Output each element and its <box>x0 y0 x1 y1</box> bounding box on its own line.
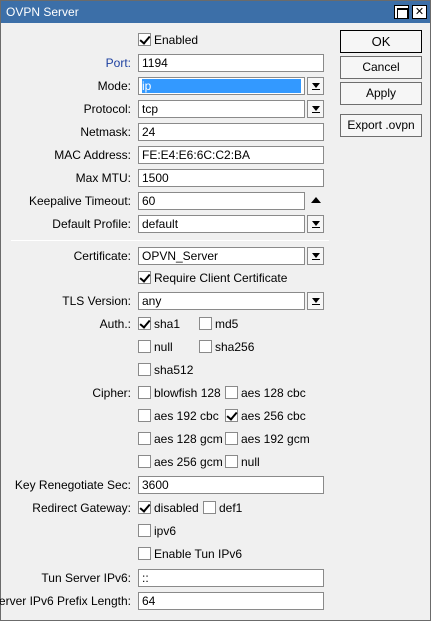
keepalive-timeout-input[interactable]: 60 <box>138 192 305 210</box>
enable-tun-ipv6-label: Enable Tun IPv6 <box>154 547 243 561</box>
cipher-blowfish128-checkbox[interactable] <box>138 386 151 399</box>
protocol-select[interactable]: tcp <box>138 100 305 118</box>
auth-null-checkbox[interactable] <box>138 340 151 353</box>
cipher-aes256gcm-label: aes 256 gcm <box>154 455 223 469</box>
apply-button[interactable]: Apply <box>340 82 422 105</box>
mode-dropdown-icon[interactable] <box>307 77 324 95</box>
tls-version-select[interactable]: any <box>138 292 305 310</box>
key-renegotiate-label: Key Renegotiate Sec: <box>14 478 131 492</box>
mode-label: Mode: <box>97 79 131 93</box>
default-profile-select[interactable]: default <box>138 215 305 233</box>
separator <box>11 240 329 241</box>
protocol-label: Protocol: <box>83 102 131 116</box>
cancel-button[interactable]: Cancel <box>340 56 422 79</box>
redirect-ipv6-checkbox[interactable] <box>138 524 151 537</box>
port-input[interactable]: 1194 <box>138 54 324 72</box>
cipher-label: Cipher: <box>92 386 131 400</box>
cipher-aes128cbc-label: aes 128 cbc <box>241 386 306 400</box>
redirect-gateway-label: Redirect Gateway: <box>32 501 131 515</box>
max-mtu-label: Max MTU: <box>75 171 131 185</box>
protocol-dropdown-icon[interactable] <box>307 100 324 118</box>
port-label: Port: <box>105 56 131 70</box>
cipher-null-label: null <box>241 455 260 469</box>
redirect-def1-checkbox[interactable] <box>203 501 216 514</box>
auth-md5-label: md5 <box>215 317 239 331</box>
ipv6-prefix-length-input[interactable]: 64 <box>138 592 324 610</box>
cipher-null-checkbox[interactable] <box>225 455 238 468</box>
redirect-def1-label: def1 <box>219 501 243 515</box>
mode-select[interactable]: ip <box>138 77 305 95</box>
window-title: OVPN Server <box>6 5 79 19</box>
cipher-aes256cbc-checkbox[interactable] <box>225 409 238 422</box>
ok-button[interactable]: OK <box>340 30 422 53</box>
auth-sha256-label: sha256 <box>215 340 255 354</box>
netmask-input[interactable]: 24 <box>138 123 324 141</box>
enable-tun-ipv6-checkbox[interactable] <box>138 547 151 560</box>
mac-address-label: MAC Address: <box>54 148 131 162</box>
auth-null-label: null <box>154 340 173 354</box>
cipher-aes256cbc-label: aes 256 cbc <box>241 409 306 423</box>
export-ovpn-button[interactable]: Export .ovpn <box>340 114 422 137</box>
cipher-blowfish128-label: blowfish 128 <box>154 386 221 400</box>
redirect-ipv6-label: ipv6 <box>154 524 177 538</box>
require-client-certificate-checkbox[interactable] <box>138 271 151 284</box>
tun-server-ipv6-label: Tun Server IPv6: <box>41 571 131 585</box>
enabled-label: Enabled <box>154 33 199 47</box>
require-client-certificate-label: Require Client Certificate <box>154 271 288 285</box>
certificate-label: Certificate: <box>73 249 131 263</box>
auth-sha1-label: sha1 <box>154 317 181 331</box>
cipher-aes192gcm-label: aes 192 gcm <box>241 432 310 446</box>
auth-sha1-checkbox[interactable] <box>138 317 151 330</box>
tls-version-dropdown-icon[interactable] <box>307 292 324 310</box>
ovpn-server-window: OVPN Server ✕ OK Cancel Apply Export .ov… <box>0 0 431 621</box>
auth-sha512-label: sha512 <box>154 363 194 377</box>
auth-md5-checkbox[interactable] <box>199 317 212 330</box>
keepalive-timeout-label: Keepalive Timeout: <box>28 194 131 208</box>
close-icon[interactable]: ✕ <box>412 5 427 19</box>
key-renegotiate-input[interactable]: 3600 <box>138 476 324 494</box>
cipher-aes192cbc-checkbox[interactable] <box>138 409 151 422</box>
cipher-aes256gcm-checkbox[interactable] <box>138 455 151 468</box>
tls-version-label: TLS Version: <box>62 294 131 308</box>
cipher-aes128cbc-checkbox[interactable] <box>225 386 238 399</box>
enabled-checkbox[interactable] <box>138 33 151 46</box>
cipher-aes128gcm-checkbox[interactable] <box>138 432 151 445</box>
certificate-dropdown-icon[interactable] <box>307 247 324 265</box>
redirect-disabled-label: disabled <box>154 501 199 515</box>
redirect-disabled-checkbox[interactable] <box>138 501 151 514</box>
maximize-icon[interactable] <box>394 5 409 19</box>
certificate-select[interactable]: OPVN_Server <box>138 247 305 265</box>
auth-sha512-checkbox[interactable] <box>138 363 151 376</box>
title-bar[interactable]: OVPN Server ✕ <box>1 1 430 23</box>
tun-server-ipv6-input[interactable]: :: <box>138 569 324 587</box>
collapse-up-icon[interactable] <box>311 197 321 203</box>
mode-value: ip <box>142 79 301 93</box>
cipher-aes128gcm-label: aes 128 gcm <box>154 432 223 446</box>
mac-address-input[interactable]: FE:E4:E6:6C:C2:BA <box>138 146 324 164</box>
cipher-aes192cbc-label: aes 192 cbc <box>154 409 219 423</box>
cipher-aes192gcm-checkbox[interactable] <box>225 432 238 445</box>
default-profile-dropdown-icon[interactable] <box>307 215 324 233</box>
max-mtu-input[interactable]: 1500 <box>138 169 324 187</box>
ipv6-prefix-length-label: Server IPv6 Prefix Length: <box>0 594 131 608</box>
auth-sha256-checkbox[interactable] <box>199 340 212 353</box>
netmask-label: Netmask: <box>80 125 131 139</box>
default-profile-label: Default Profile: <box>52 217 131 231</box>
auth-label: Auth.: <box>99 317 131 331</box>
